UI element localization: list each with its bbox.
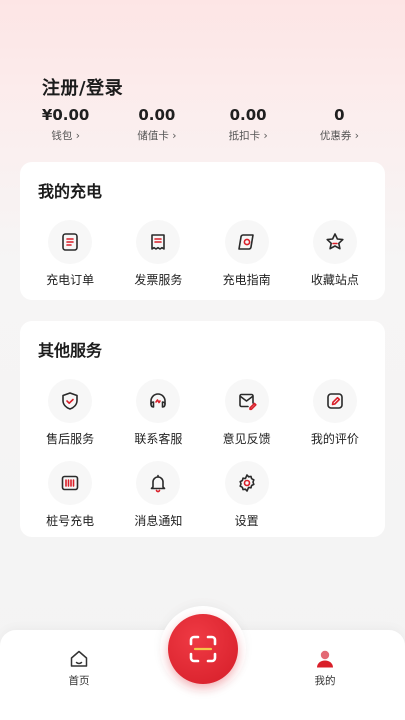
home-icon	[70, 650, 88, 667]
chevron-right-icon: ›	[172, 130, 177, 142]
item-label: 售后服务	[46, 432, 95, 446]
settings-item[interactable]: 设置	[203, 461, 291, 529]
section-title: 其他服务	[38, 341, 103, 360]
scan-button[interactable]	[168, 614, 238, 684]
invoice-service-item[interactable]: 发票服务	[114, 220, 202, 288]
scan-button-wrapper	[160, 606, 246, 692]
stat-label-text: 钱包	[51, 130, 73, 142]
pile-number-charging-item[interactable]: 桩号充电	[26, 461, 114, 529]
item-label: 我的评价	[310, 432, 359, 446]
my-charging-grid: 充电订单 发票服务 充电指南 收藏站点	[26, 220, 379, 288]
chevron-right-icon: ›	[354, 130, 359, 142]
account-stats: ¥0.00 钱包 › 0.00 储值卡 › 0.00 抵扣卡 › 0 优惠券 ›	[20, 104, 385, 143]
my-charging-card: 我的充电 充电订单 发票服务 充电指南 收藏站点	[20, 162, 385, 300]
stat-label: 储值卡 ›	[111, 128, 202, 143]
item-label: 设置	[234, 514, 259, 528]
stat-coupon[interactable]: 0 优惠券 ›	[294, 104, 385, 143]
feedback-item[interactable]: 意见反馈	[203, 379, 291, 447]
gear-icon	[224, 461, 269, 505]
my-reviews-item[interactable]: 我的评价	[291, 379, 379, 447]
item-label: 联系客服	[134, 432, 183, 446]
shield-check-icon	[48, 379, 93, 423]
receipt-icon	[136, 220, 181, 264]
scan-icon	[189, 635, 217, 663]
notifications-item[interactable]: 消息通知	[114, 461, 202, 529]
item-label: 充电订单	[46, 273, 95, 287]
tab-mine[interactable]: 我的	[295, 648, 355, 688]
stat-value: 0.00	[229, 106, 267, 124]
tab-label: 我的	[314, 675, 336, 687]
charging-guide-item[interactable]: 充电指南	[203, 220, 291, 288]
favorite-stations-item[interactable]: 收藏站点	[291, 220, 379, 288]
item-label: 充电指南	[222, 273, 271, 287]
stat-deduction-card[interactable]: 0.00 抵扣卡 ›	[203, 104, 294, 143]
item-label: 发票服务	[134, 273, 183, 287]
stat-label-text: 抵扣卡	[228, 130, 261, 142]
charging-orders-item[interactable]: 充电订单	[26, 220, 114, 288]
other-services-grid: 售后服务 联系客服 意见反馈 我的评价 桩号充电 消息通知 设置	[26, 379, 379, 529]
item-label: 消息通知	[134, 514, 183, 528]
customer-service-item[interactable]: 联系客服	[114, 379, 202, 447]
stat-label-text: 优惠券	[319, 130, 352, 142]
stat-value: ¥0.00	[41, 106, 90, 124]
stat-label: 钱包 ›	[20, 128, 111, 143]
item-label: 桩号充电	[46, 514, 95, 528]
headset-icon	[136, 379, 181, 423]
item-label: 意见反馈	[222, 432, 271, 446]
stat-value: 0	[334, 106, 345, 124]
stat-label: 优惠券 ›	[294, 128, 385, 143]
stat-label-text: 储值卡	[137, 130, 169, 142]
stat-stored-value-card[interactable]: 0.00 储值卡 ›	[111, 104, 202, 143]
user-icon	[317, 650, 333, 668]
stat-wallet[interactable]: ¥0.00 钱包 ›	[20, 104, 111, 143]
item-label: 收藏站点	[310, 273, 359, 287]
chevron-right-icon: ›	[75, 130, 80, 142]
bell-icon	[136, 461, 181, 505]
other-services-card: 其他服务 售后服务 联系客服 意见反馈 我的评价 桩号充电 消息通知 设置	[20, 321, 385, 537]
stat-value: 0.00	[138, 106, 176, 124]
stat-label: 抵扣卡 ›	[203, 128, 294, 143]
tab-home[interactable]: 首页	[49, 648, 109, 688]
section-title: 我的充电	[38, 182, 103, 201]
mail-edit-icon	[224, 379, 269, 423]
star-icon	[312, 220, 357, 264]
order-list-icon	[48, 220, 93, 264]
login-register-link[interactable]: 注册/登录	[42, 74, 123, 100]
compass-icon	[224, 220, 269, 264]
chevron-right-icon: ›	[263, 130, 268, 142]
after-sales-item[interactable]: 售后服务	[26, 379, 114, 447]
tab-label: 首页	[68, 675, 90, 687]
edit-icon	[312, 379, 357, 423]
header: 注册/登录	[42, 74, 123, 100]
barcode-icon	[48, 461, 93, 505]
